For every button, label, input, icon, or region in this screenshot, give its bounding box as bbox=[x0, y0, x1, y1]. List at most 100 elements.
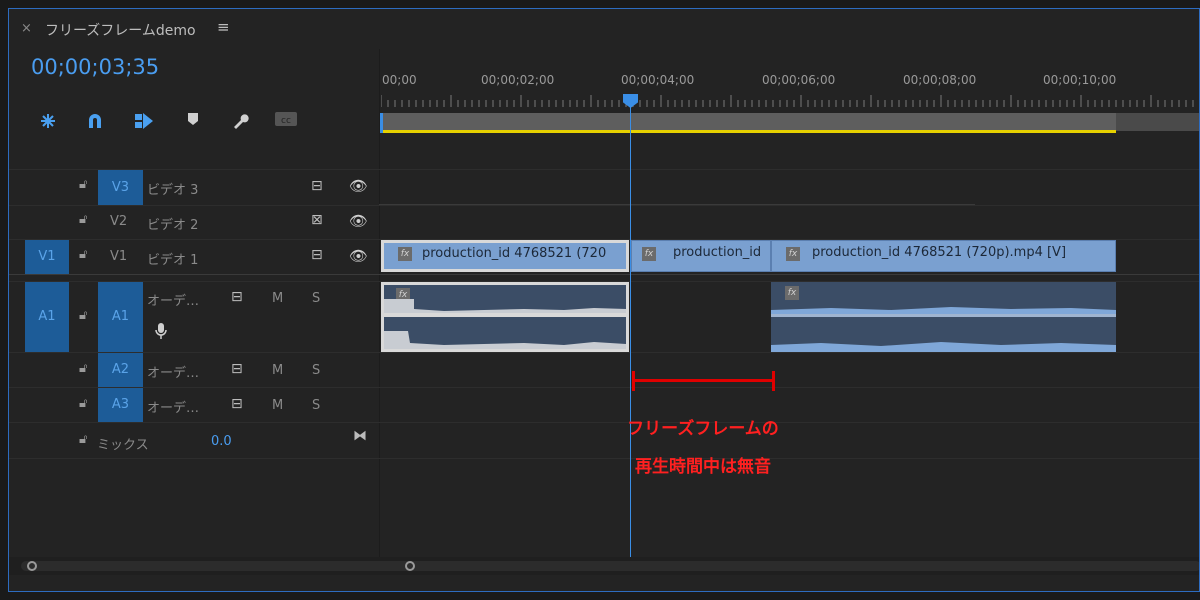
audio-clip[interactable]: fx bbox=[771, 282, 1116, 352]
lock-icon[interactable]: 🔓︎ bbox=[79, 396, 87, 411]
mix-value[interactable]: 0.0 bbox=[211, 434, 232, 449]
annotation-range-cap bbox=[632, 371, 635, 391]
source-patch-v1[interactable]: V1 bbox=[25, 240, 69, 274]
lock-icon[interactable]: 🔓︎ bbox=[79, 308, 87, 323]
lock-icon[interactable]: 🔓︎ bbox=[79, 361, 87, 376]
solo-button[interactable]: S bbox=[312, 363, 320, 378]
ruler-label: 00;00;06;00 bbox=[762, 73, 836, 87]
waveform bbox=[384, 331, 626, 349]
time-ruler-ticks[interactable] bbox=[381, 95, 1200, 107]
freeze-frame-clip[interactable]: fx production_id bbox=[631, 240, 771, 272]
track-name[interactable]: オーデ… bbox=[147, 397, 199, 416]
clip-label: production_id 4768521 (720p).mp4 [V] bbox=[812, 245, 1067, 260]
track-header-a1: A1 🔓︎ A1 オーデ… ⊟ M S bbox=[9, 282, 379, 352]
snap-icon[interactable] bbox=[37, 112, 59, 130]
solo-button[interactable]: S bbox=[312, 398, 320, 413]
solo-button[interactable]: S bbox=[312, 291, 320, 306]
eye-icon[interactable]: 👁︎ bbox=[349, 177, 368, 195]
lock-icon[interactable]: 🔓︎ bbox=[79, 247, 87, 262]
render-bar bbox=[381, 130, 1116, 133]
track-header-v1: V1 🔓︎ V1 ビデオ 1 ⊟ 👁︎ bbox=[9, 240, 379, 274]
eye-icon[interactable]: 👁︎ bbox=[349, 212, 368, 230]
work-area-bar[interactable] bbox=[381, 113, 1116, 131]
annotation-range bbox=[633, 379, 775, 382]
track-name[interactable]: ビデオ 1 bbox=[147, 249, 198, 268]
ruler-label: 00;00;04;00 bbox=[621, 73, 695, 87]
in-point-marker bbox=[380, 113, 383, 133]
waveform bbox=[384, 299, 626, 313]
mix-label: ミックス bbox=[97, 438, 149, 453]
sync-lock-icon[interactable]: ⊟ bbox=[311, 178, 323, 194]
close-icon[interactable]: × bbox=[21, 21, 32, 36]
track-header-a2: 🔓︎ A2 オーデ… ⊟ M S bbox=[9, 353, 379, 387]
timeline-scrollbar[interactable] bbox=[401, 561, 1199, 571]
track-separator bbox=[9, 274, 1199, 275]
track-header-v3: 🔓︎ V3 ビデオ 3 ⊟ 👁︎ bbox=[9, 170, 379, 205]
track-target-a2[interactable]: A2 bbox=[98, 353, 143, 387]
source-patch-a1[interactable]: A1 bbox=[25, 282, 69, 352]
sync-lock-icon[interactable]: ⊟ bbox=[231, 289, 243, 305]
audio-clip[interactable]: fx bbox=[381, 282, 629, 352]
cc-icon[interactable]: cc bbox=[275, 112, 297, 130]
fx-badge: fx bbox=[785, 286, 799, 300]
waveform bbox=[771, 307, 1116, 314]
sync-lock-icon[interactable]: ⊟ bbox=[311, 247, 323, 263]
timeline-panel: × フリーズフレームdemo ≡ 00;00;03;35 cc 00;00 00… bbox=[8, 8, 1200, 592]
track-header-v2: 🔓︎ V2 ビデオ 2 ⊠ 👁︎ bbox=[9, 206, 379, 239]
mute-button[interactable]: M bbox=[272, 291, 283, 306]
lock-icon[interactable]: 🔓︎ bbox=[79, 432, 87, 447]
svg-text:cc: cc bbox=[281, 116, 291, 126]
wrench-icon[interactable] bbox=[229, 112, 251, 130]
fx-badge: fx bbox=[398, 247, 412, 261]
panel-menu-icon[interactable]: ≡ bbox=[217, 18, 230, 36]
playhead-line[interactable] bbox=[630, 105, 631, 557]
sequence-tab[interactable]: フリーズフレームdemo bbox=[45, 20, 196, 40]
eye-icon[interactable]: 👁︎ bbox=[349, 247, 368, 265]
channel-divider bbox=[384, 313, 626, 317]
track-name[interactable]: オーデ… bbox=[147, 362, 199, 381]
scroll-handle[interactable] bbox=[405, 561, 415, 571]
lock-icon[interactable]: 🔓︎ bbox=[79, 177, 87, 192]
mute-button[interactable]: M bbox=[272, 398, 283, 413]
video-clip[interactable]: fx production_id 4768521 (720p).mp4 [V] bbox=[771, 240, 1116, 272]
marker-icon[interactable] bbox=[182, 112, 204, 130]
annotation-line2: 再生時間中は無音 bbox=[635, 457, 771, 477]
sync-lock-icon[interactable]: ⊟ bbox=[231, 361, 243, 377]
video-clip[interactable]: fx production_id 4768521 (720 bbox=[381, 240, 629, 272]
sync-lock-off-icon[interactable]: ⊠ bbox=[311, 212, 323, 228]
track-separator bbox=[379, 204, 975, 205]
track-target-a3[interactable]: A3 bbox=[98, 388, 143, 422]
track-id[interactable]: V1 bbox=[110, 249, 127, 264]
annotation-line1: フリーズフレームの bbox=[627, 419, 779, 439]
clip-label: production_id 4768521 (720 bbox=[422, 246, 607, 261]
track-header-a3: 🔓︎ A3 オーデ… ⊟ M S bbox=[9, 388, 379, 422]
ruler-label: 00;00 bbox=[382, 73, 417, 87]
linked-selection-icon[interactable] bbox=[133, 112, 155, 130]
track-target-v3[interactable]: V3 bbox=[98, 170, 143, 205]
track-header-scrollbar[interactable] bbox=[21, 561, 411, 571]
lock-icon[interactable]: 🔓︎ bbox=[79, 212, 87, 227]
microphone-icon[interactable] bbox=[155, 322, 167, 344]
clip-label: production_id bbox=[673, 245, 762, 260]
scroll-handle[interactable] bbox=[27, 561, 37, 571]
track-id[interactable]: V2 bbox=[110, 214, 127, 229]
track-header-mix: 🔓︎ ミックス 0.0 ⧓ bbox=[9, 423, 379, 458]
waveform bbox=[771, 342, 1116, 352]
track-name[interactable]: オーデ… bbox=[147, 290, 199, 309]
fx-badge: fx bbox=[786, 247, 800, 261]
playhead-timecode[interactable]: 00;00;03;35 bbox=[31, 55, 159, 79]
mute-button[interactable]: M bbox=[272, 363, 283, 378]
tab-bar: × フリーズフレームdemo ≡ bbox=[9, 9, 1199, 49]
sync-lock-icon[interactable]: ⊟ bbox=[231, 396, 243, 412]
ruler-label: 00;00;10;00 bbox=[1043, 73, 1117, 87]
ruler-label: 00;00;08;00 bbox=[903, 73, 977, 87]
mix-pan-icon[interactable]: ⧓ bbox=[353, 428, 367, 444]
track-name[interactable]: ビデオ 3 bbox=[147, 179, 198, 198]
ruler-label: 00;00;02;00 bbox=[481, 73, 555, 87]
annotation-range-cap bbox=[772, 371, 775, 391]
track-name[interactable]: ビデオ 2 bbox=[147, 214, 198, 233]
work-area-remainder bbox=[1116, 113, 1199, 131]
track-target-a1[interactable]: A1 bbox=[98, 282, 143, 352]
magnet-icon[interactable] bbox=[84, 112, 106, 130]
channel-divider bbox=[771, 314, 1116, 317]
